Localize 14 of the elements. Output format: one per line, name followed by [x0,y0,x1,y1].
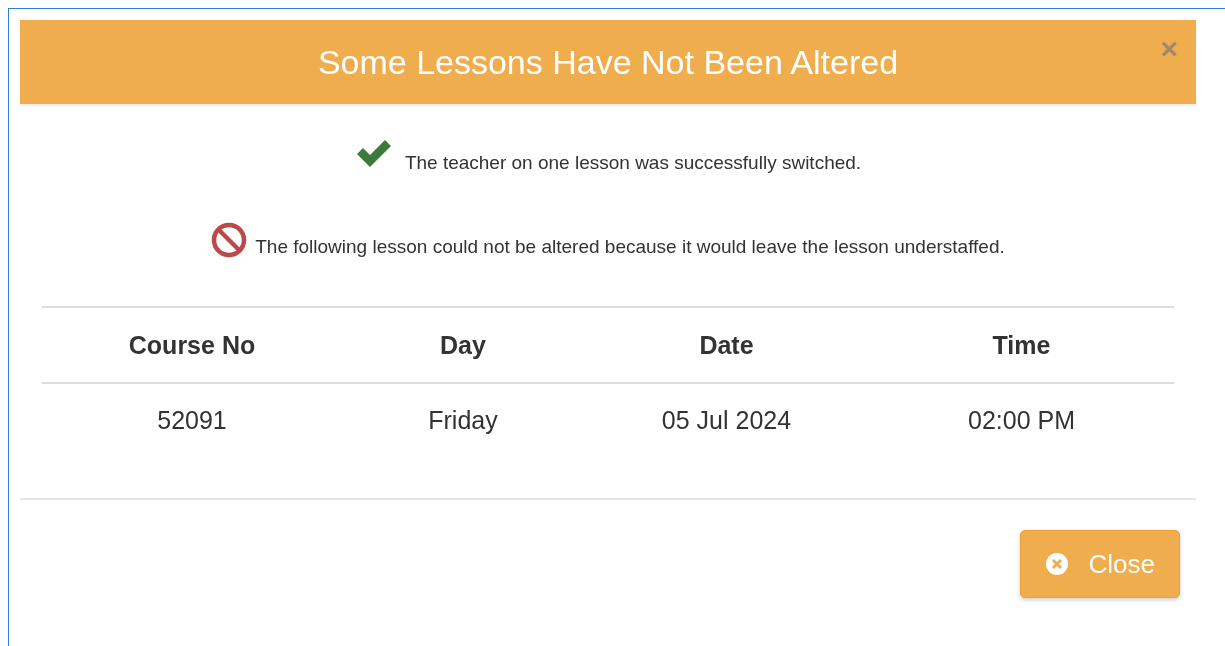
dialog-title: Some Lessons Have Not Been Altered [317,42,899,82]
column-header: Date [584,307,869,383]
column-header: Day [342,307,584,383]
table-cell: Friday [342,383,584,456]
close-circle-icon [1044,552,1069,576]
prohibited-icon [211,222,248,258]
close-button[interactable]: Close [1019,530,1180,598]
message-text: The following lesson could not be altered because it would leave the lesson understaffed. [255,236,1005,258]
table-cell: 02:00 PM [869,383,1174,456]
column-header: Course No [42,307,342,383]
table-cell: 52091 [42,383,342,456]
table-cell: 05 Jul 2024 [584,383,869,456]
column-header: Time [869,307,1174,383]
message-text: The teacher on one lesson was successfully switched. [404,152,862,174]
